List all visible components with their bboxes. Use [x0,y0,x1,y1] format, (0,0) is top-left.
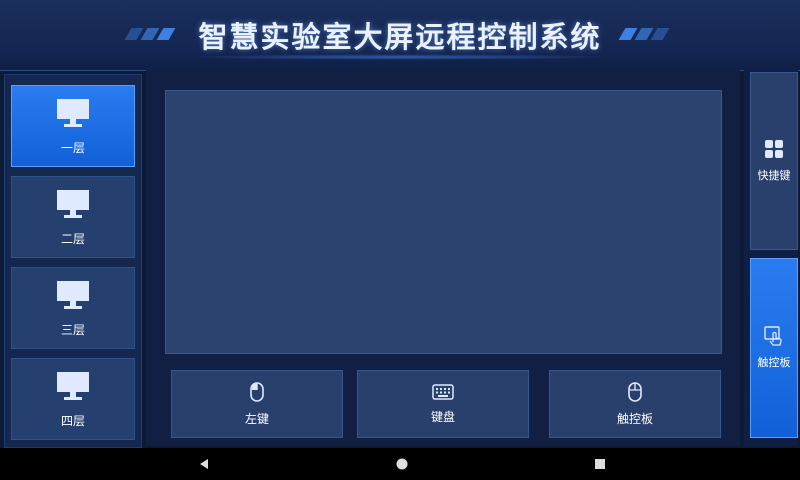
shortcuts-button[interactable]: 快捷键 [750,72,798,250]
touchpad-label: 触控板 [757,356,791,369]
left-click-button[interactable]: 左键 [171,370,343,438]
back-icon[interactable] [196,456,212,472]
grid-icon [765,140,783,158]
floor-button-3[interactable]: 三层 [11,267,135,349]
touchpad-control-button[interactable]: 触控板 [549,370,721,438]
recents-icon[interactable] [592,456,608,472]
monitor-icon [57,280,89,309]
monitor-icon [57,98,89,127]
header-decoration-right [618,28,674,42]
keyboard-icon [432,383,454,400]
floor-label: 四层 [60,413,85,428]
shortcuts-label: 快捷键 [757,169,791,182]
floor-button-1[interactable]: 一层 [11,85,135,167]
navigation-bar [0,448,800,480]
mouse-icon [628,381,642,402]
keyboard-label: 键盘 [430,409,455,424]
floor-button-2[interactable]: 二层 [11,176,135,258]
left-click-label: 左键 [244,411,269,426]
keyboard-button[interactable]: 键盘 [357,370,529,438]
floor-label: 二层 [60,231,85,246]
remote-screen[interactable] [165,90,722,354]
touch-icon [764,326,782,346]
touchpad-control-label: 触控板 [616,411,653,426]
page-title: 智慧实验室大屏远程控制系统 [198,20,602,54]
floor-button-4[interactable]: 四层 [11,358,135,440]
monitor-icon [57,371,89,400]
header: 智慧实验室大屏远程控制系统 [0,0,800,71]
floor-label: 一层 [60,140,85,155]
header-glow [180,54,620,60]
monitor-icon [57,189,89,218]
home-icon[interactable] [394,456,410,472]
touchpad-button[interactable]: 触控板 [750,258,798,438]
floor-list: 一层 二层 三层 四层 [4,74,142,448]
mouse-icon [250,381,264,402]
floor-label: 三层 [60,322,85,337]
